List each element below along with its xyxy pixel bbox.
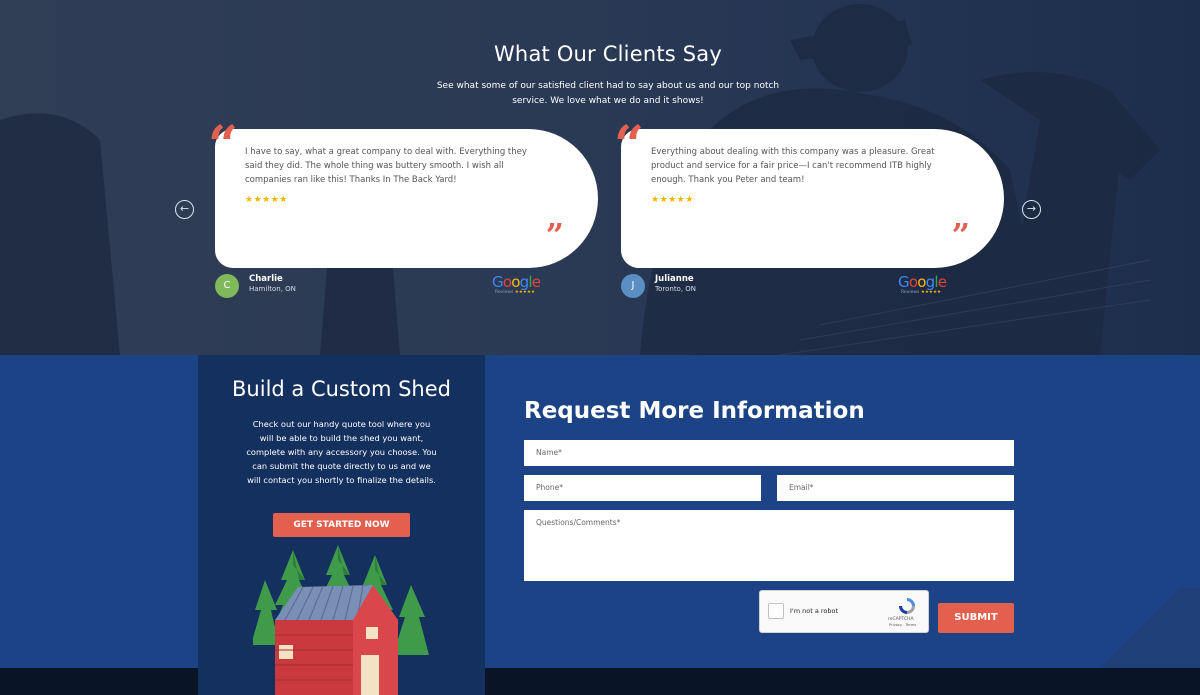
avatar: J <box>621 274 645 298</box>
shed-illustration <box>253 545 429 695</box>
review-text: I have to say, what a great company to d… <box>245 147 527 185</box>
testimonials-subtitle: See what some of our satisfied client ha… <box>436 81 780 106</box>
google-reviews-logo: Google Reviews ★★★★★ <box>898 274 958 300</box>
phone-field[interactable]: Phone* <box>524 475 761 501</box>
author-location: Toronto, ON <box>655 285 697 293</box>
carousel-next-button[interactable]: → <box>1022 200 1041 219</box>
name-field[interactable]: Name* <box>524 440 1014 466</box>
review-stars: ★★★★★ <box>245 195 288 205</box>
recaptcha-label: I'm not a robot <box>790 607 839 615</box>
review-card: Everything about dealing with this compa… <box>614 120 1004 310</box>
testimonials-section: What Our Clients Say See what some of ou… <box>0 0 1200 355</box>
google-reviews-label: Reviews <box>901 290 920 295</box>
review-bubble: I have to say, what a great company to d… <box>215 129 598 268</box>
testimonials-title: What Our Clients Say <box>493 42 723 66</box>
email-field[interactable]: Email* <box>777 475 1014 501</box>
close-quote-icon: ” <box>545 216 564 254</box>
footer-strip <box>0 668 1200 695</box>
google-reviews-stars: ★★★★★ <box>514 290 536 295</box>
google-logo-word: Google <box>492 273 541 291</box>
comments-field[interactable]: Questions/Comments* <box>524 510 1014 581</box>
avatar: C <box>215 274 239 298</box>
phone-placeholder: Phone* <box>536 483 563 492</box>
recaptcha-privacy-terms-link[interactable]: Privacy - Terms <box>889 623 929 627</box>
recaptcha-widget: I'm not a robot reCAPTCHA Privacy - Term… <box>759 590 929 633</box>
review-card: I have to say, what a great company to d… <box>208 120 598 310</box>
author-name: Charlie <box>249 274 283 284</box>
open-quote-icon: “ <box>208 115 238 176</box>
name-placeholder: Name* <box>536 448 562 457</box>
comments-placeholder: Questions/Comments* <box>536 518 621 527</box>
decorative-diagonal <box>1080 588 1200 668</box>
google-reviews-logo: Google Reviews ★★★★★ <box>492 274 552 300</box>
submit-button[interactable]: SUBMIT <box>938 603 1014 633</box>
shed-description: Check out our handy quote tool where you… <box>246 419 437 485</box>
review-author: C Charlie Hamilton, ON Google Reviews ★★… <box>215 274 555 304</box>
review-stars: ★★★★★ <box>651 195 694 205</box>
author-location: Hamilton, ON <box>249 285 296 293</box>
review-author: J Julianne Toronto, ON Google Reviews ★★… <box>621 274 961 304</box>
shed-title: Build a Custom Shed <box>232 377 451 401</box>
close-quote-icon: ” <box>951 216 970 254</box>
form-title: Request More Information <box>524 398 865 424</box>
get-started-button[interactable]: GET STARTED NOW <box>273 513 410 537</box>
carousel-prev-button[interactable]: ← <box>175 200 194 219</box>
review-bubble: Everything about dealing with this compa… <box>621 129 1004 268</box>
request-info-form: Request More Information Name* Phone* Em… <box>524 355 1014 655</box>
arrow-right-circle-icon: → <box>1026 202 1037 215</box>
recaptcha-brand: reCAPTCHA <box>888 617 914 622</box>
arrow-left-circle-icon: ← <box>179 202 190 215</box>
custom-shed-panel: Build a Custom Shed Check out our handy … <box>198 355 485 695</box>
open-quote-icon: “ <box>614 115 644 176</box>
review-text: Everything about dealing with this compa… <box>651 147 935 185</box>
google-reviews-stars: ★★★★★ <box>920 290 942 295</box>
recaptcha-checkbox[interactable] <box>768 603 784 619</box>
author-name: Julianne <box>655 274 694 284</box>
google-logo-word: Google <box>898 273 947 291</box>
email-placeholder: Email* <box>789 483 814 492</box>
google-reviews-label: Reviews <box>495 290 514 295</box>
